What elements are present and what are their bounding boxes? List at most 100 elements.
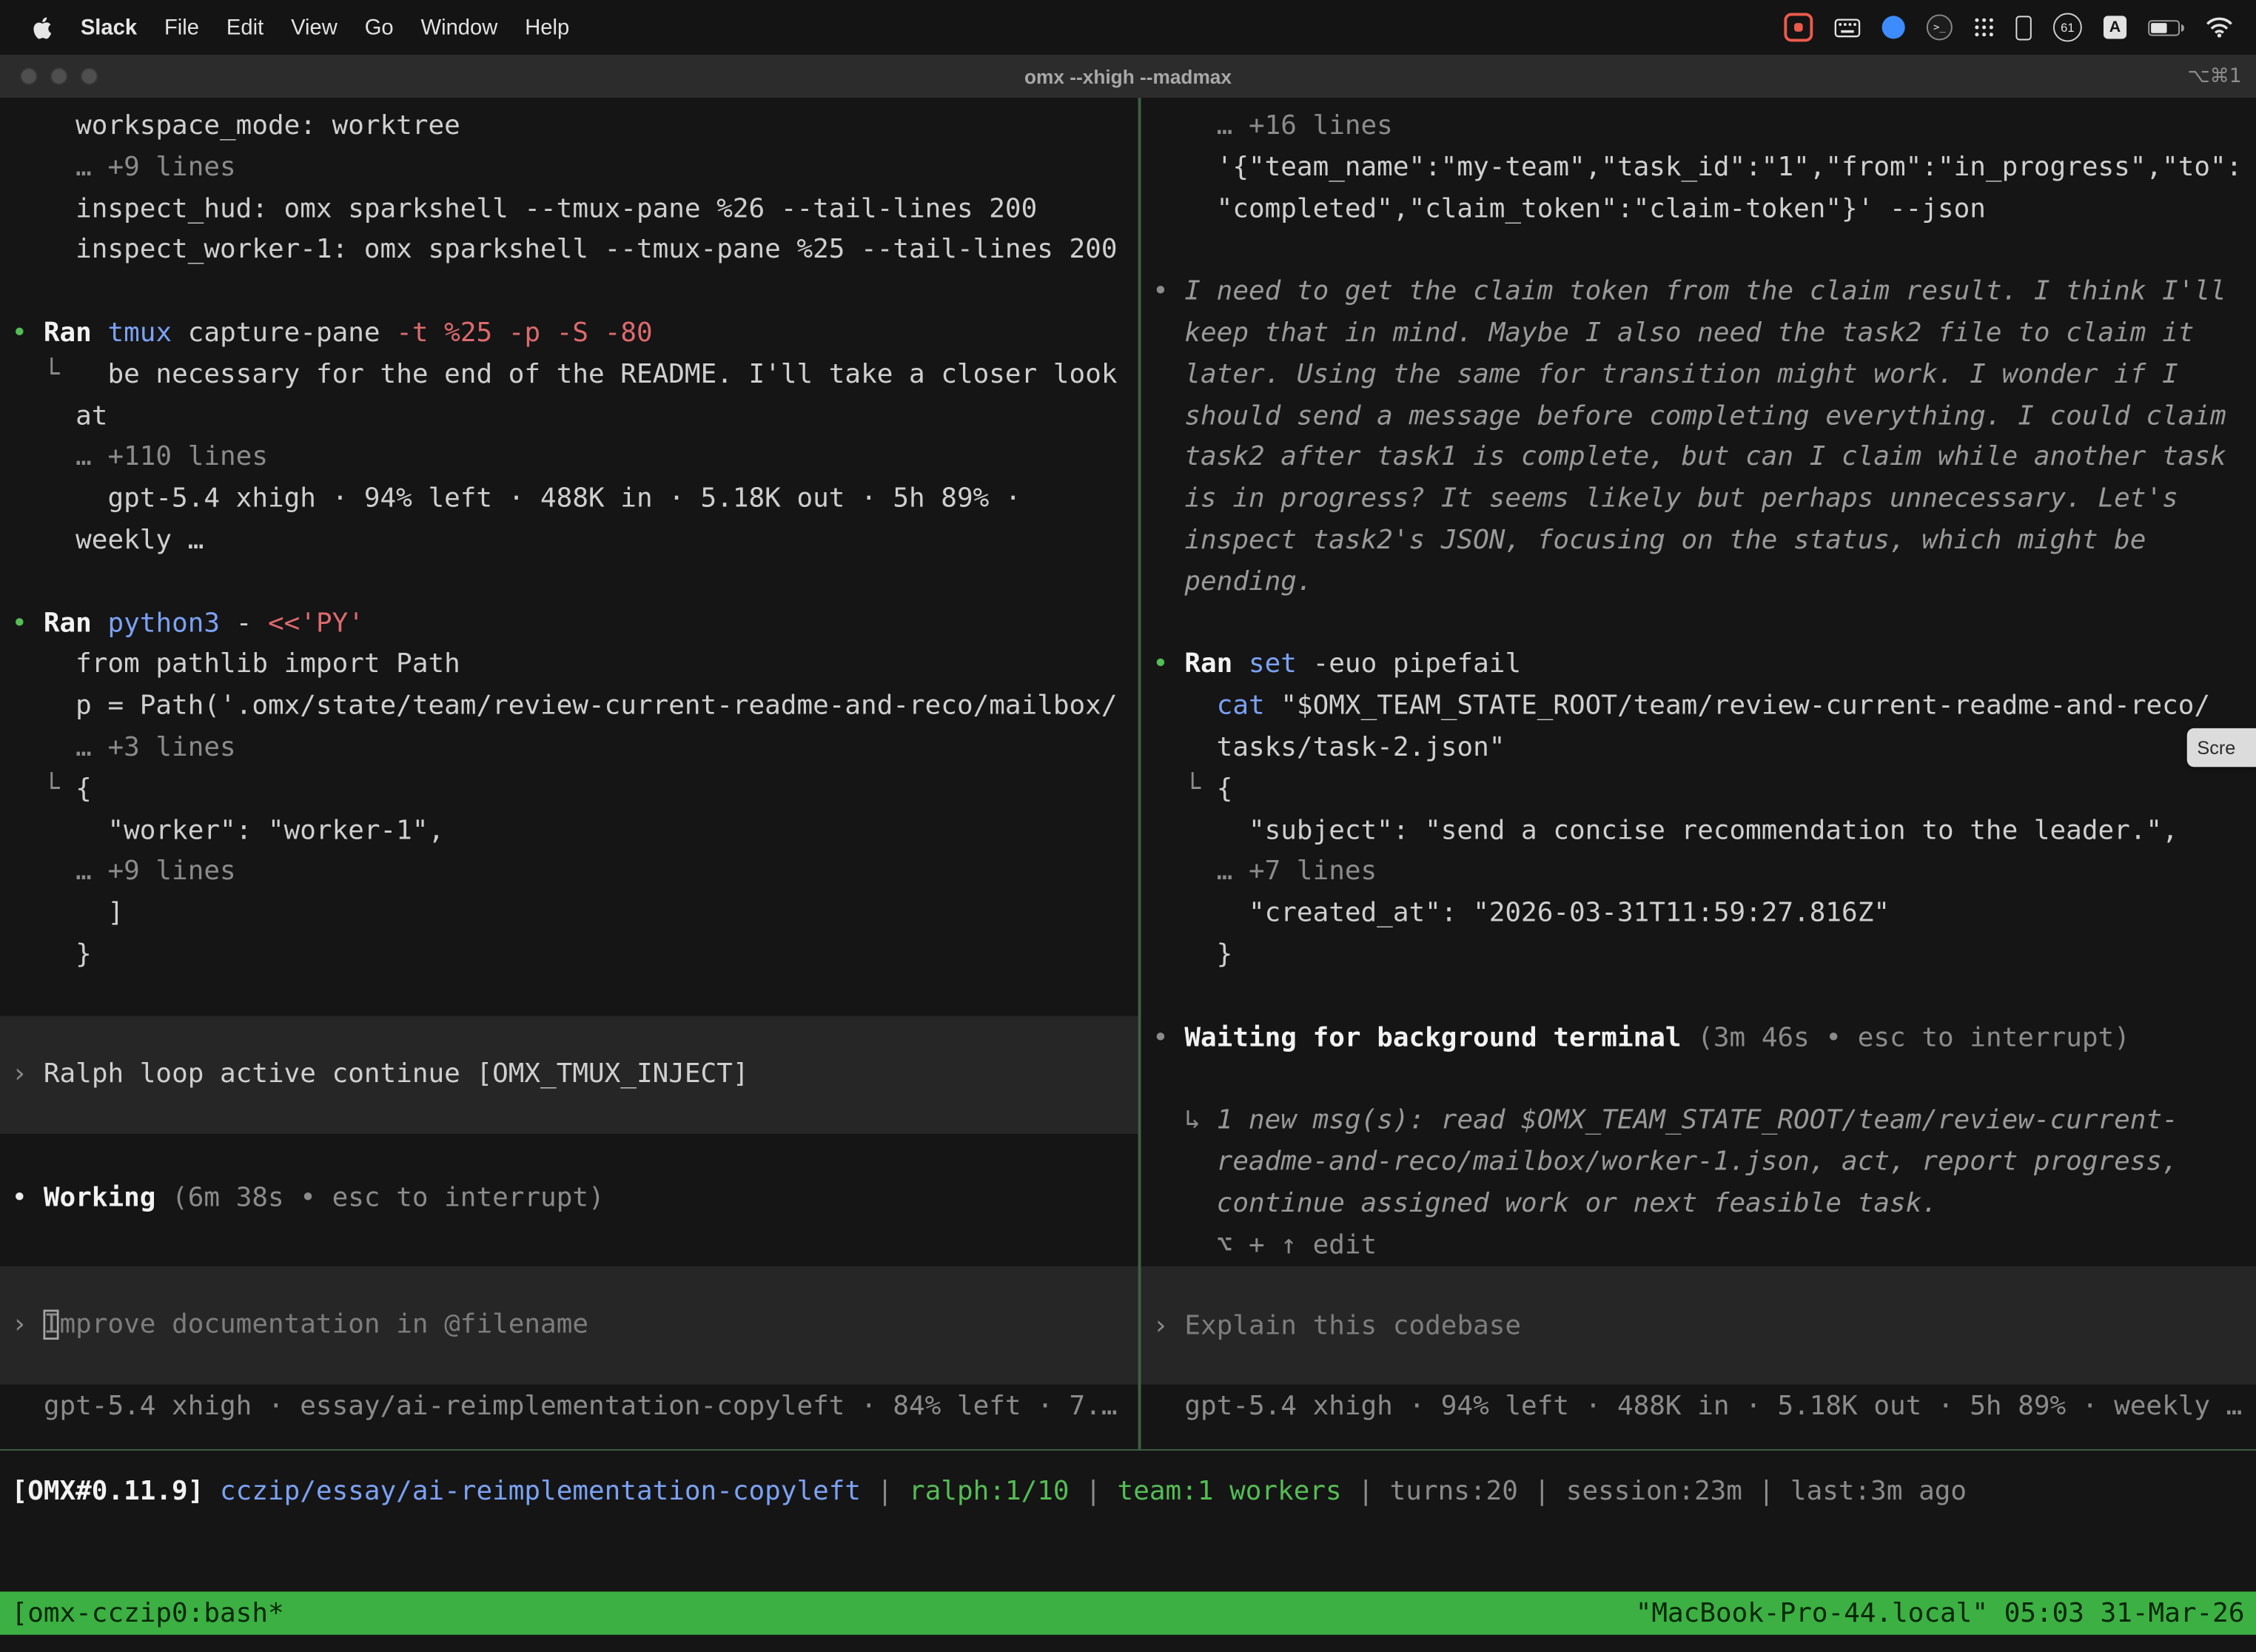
terminal-line: at [0,397,1138,438]
tmux-host-clock-label: "MacBook-Pro-44.local" 05:03 31-Mar-26 [1636,1598,2245,1628]
apple-menu-icon[interactable] [32,15,53,39]
ralph-loop-notice[interactable]: › Ralph loop active continue [OMX_TMUX_I… [0,1015,1138,1133]
blank-line [1141,604,2256,645]
text-segment: • [12,608,44,639]
menu-help[interactable]: Help [525,15,569,39]
text-segment: continue assigned work or next feasible … [1152,1188,1938,1218]
text-segment: ralph:1/10 [909,1477,1070,1507]
menu-go[interactable]: Go [365,15,394,39]
text-segment: Ralph loop active continue [OMX_TMUX_INJ… [44,1059,749,1089]
terminal-line: … +16 lines [1141,107,2256,148]
window-title-bar[interactable]: omx --xhigh --madmax ⌥⌘1 [0,55,2256,99]
omx-status-line: [OMX#0.11.9] cczip/essay/ai-reimplementa… [0,1471,1967,1512]
screen-recording-indicator-icon[interactable] [1784,13,1813,41]
terminal-line: gpt-5.4 xhigh · essay/ai-reimplementatio… [0,1386,1138,1428]
input-source-icon[interactable]: A [2104,16,2126,38]
text-segment: inspect_worker-1: omx sparkshell --tmux-… [12,235,1118,266]
text-segment: └ [1152,774,1217,805]
text-segment: ] [12,899,124,929]
terminal-line: • Ran tmux capture-pane -t %25 -p -S -80 [0,314,1138,355]
battery-percent-badge-icon[interactable]: 61 [2053,13,2082,41]
battery-icon[interactable] [2148,19,2184,35]
terminal-line: } [0,936,1138,977]
terminal-line: … +110 lines [0,438,1138,480]
text-segment: › [12,1309,44,1340]
text-segment: readme-and-reco/mailbox/worker-1.json, a… [1152,1146,2178,1177]
text-segment: "worker": "worker-1", [12,816,445,846]
text-segment: • [1152,1022,1184,1052]
text-segment: • [12,1183,44,1213]
terminal-line: p = Path('.omx/state/team/review-current… [0,687,1138,728]
blue-app-icon[interactable] [1882,16,1905,38]
terminal-line: from pathlib import Path [0,645,1138,687]
menu-window[interactable]: Window [421,15,498,39]
text-segment: keep that in mind. Maybe I also need the… [1152,318,2194,349]
text-segment: pending. [1152,567,1313,597]
blank-line [0,977,1138,1015]
text-segment: team:1 workers [1118,1477,1342,1507]
text-segment: └ [12,774,76,805]
text-segment: | turns:20 | session:23m | last:3m ago [1342,1477,1967,1507]
terminal-line: "subject": "send a concise recommendatio… [1141,811,2256,853]
close-window-button[interactable] [20,67,37,84]
menu-bar: Slack File Edit View Go Window Help >_ 6… [0,0,2256,55]
pane-right: … +16 lines '{"team_name":"my-team","tas… [1141,98,2256,1449]
text-segment: "completed","claim_token":"claim-token"}… [1152,194,1986,224]
text-segment: python3 [107,608,235,639]
keyboard-icon[interactable] [1834,18,1860,36]
text-segment: } [1152,940,1232,970]
terminal-line: … +3 lines [0,728,1138,770]
dots-grid-icon[interactable] [1974,17,1994,37]
text-segment: gpt-5.4 xhigh · essay/ai-reimplementatio… [12,1391,1118,1421]
blank-line [0,272,1138,314]
terminal-line: is in progress? It seems likely but perh… [1141,480,2256,521]
terminal-line: keep that in mind. Maybe I also need the… [1141,314,2256,355]
terminal-line: "created_at": "2026-03-31T11:59:27.816Z" [1141,894,2256,936]
terminal-line: … +9 lines [0,853,1138,894]
terminal-line: … +9 lines [0,148,1138,189]
text-segment: ↳ [1152,1105,1217,1135]
terminal-line: ⌥ + ↑ edit [1141,1226,2256,1267]
text-segment: cczip/essay/ai-reimplementation-copyleft [220,1477,861,1507]
terminal-line: • Working (6m 38s • esc to interrupt) [0,1178,1138,1220]
active-app-menu[interactable]: Slack [81,15,137,39]
zoom-window-button[interactable] [81,67,98,84]
text-segment: workspace_mode: worktree [12,111,460,141]
text-segment: (6m 38s • esc to interrupt) [172,1183,605,1213]
text-segment: • [1152,650,1184,680]
text-segment: … +3 lines [12,733,236,763]
text-segment: Working [44,1183,172,1213]
text-segment: be necessary for the end of the README. … [75,360,1117,390]
wifi-icon[interactable] [2206,17,2233,37]
text-segment: ⌥ + ↑ edit [1152,1229,1377,1260]
terminal-line: inspect_hud: omx sparkshell --tmux-pane … [0,189,1138,231]
menu-view[interactable]: View [291,15,338,39]
prompt-input-left[interactable]: › Improve documentation in @filename [0,1266,1138,1383]
prompt-input-right[interactable]: › Explain this codebase [1141,1267,2256,1385]
iphone-mirroring-icon[interactable] [2015,15,2031,39]
text-segment: tmux [107,318,187,349]
text-segment: -t %25 -p -S -80 [396,318,652,349]
blank-line [0,1220,1138,1266]
terminal-line: later. Using the same for transition mig… [1141,355,2256,397]
terminal-line: "completed","claim_token":"claim-token"}… [1141,189,2256,231]
text-segment: inspect_hud: omx sparkshell --tmux-pane … [12,194,1038,224]
terminal-line: • Waiting for background terminal (3m 46… [1141,1018,2256,1060]
text-segment: at [12,401,108,432]
menu-file[interactable]: File [164,15,199,39]
minimize-window-button[interactable] [50,67,67,84]
text-segment: from pathlib import Path [12,650,460,680]
terminal-app-icon[interactable]: >_ [1927,14,1953,40]
text-segment: › [12,1059,44,1089]
pane-bottom-border [0,1449,2256,1451]
text-segment: › [1152,1311,1184,1341]
pane-divider[interactable] [1138,98,1141,1449]
terminal-line: … +7 lines [1141,853,2256,894]
terminal-line: "worker": "worker-1", [0,811,1138,853]
terminal-line: readme-and-reco/mailbox/worker-1.json, a… [1141,1143,2256,1184]
text-segment: | [861,1477,909,1507]
text-segment: • [1152,277,1184,307]
terminal-line: continue assigned work or next feasible … [1141,1184,2256,1226]
battery-fill [2151,22,2166,33]
menu-edit[interactable]: Edit [226,15,263,39]
